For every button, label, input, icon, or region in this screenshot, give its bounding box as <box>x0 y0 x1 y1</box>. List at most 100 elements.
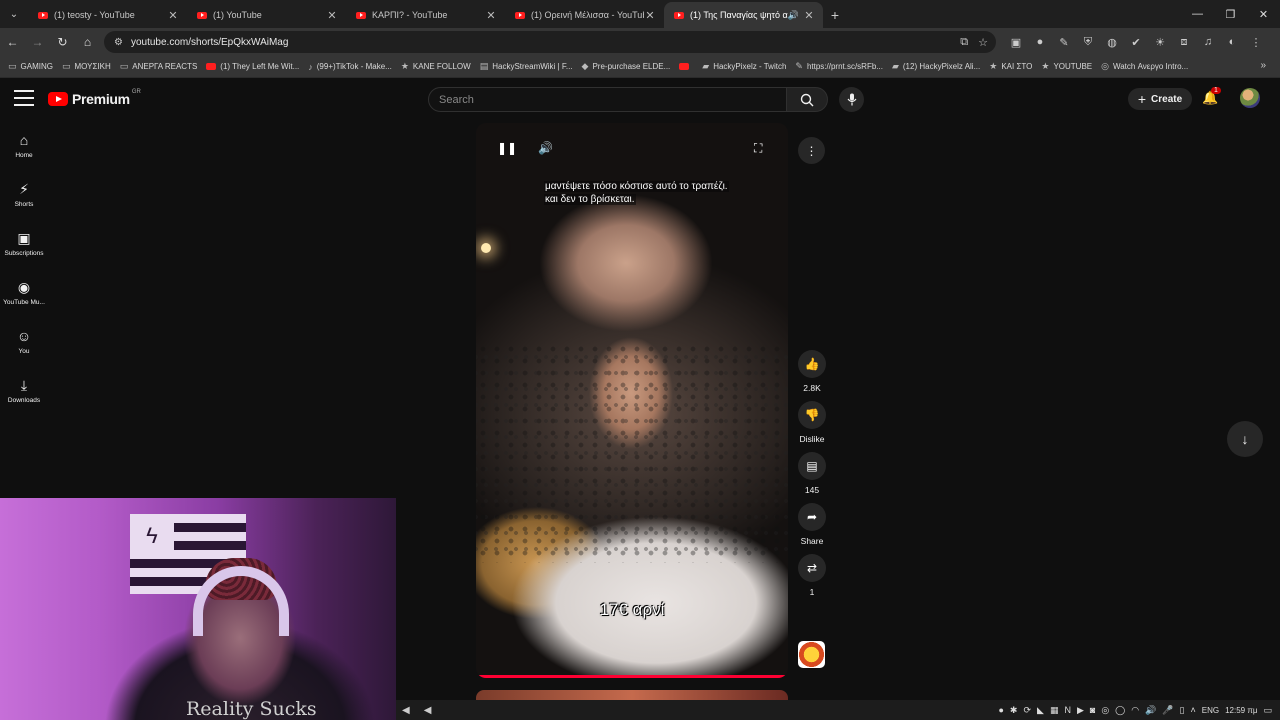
audio-app-icon[interactable]: ◀ <box>424 705 432 716</box>
extension-icon[interactable]: ✔ <box>1124 36 1148 49</box>
forward-icon[interactable]: → <box>25 28 50 56</box>
video-progress-bar[interactable] <box>476 675 788 678</box>
browser-tab[interactable]: (1) teosty - YouTube ✕ <box>28 2 187 28</box>
shorts-video-player[interactable]: ❚❚ 🔊 ⛶ μαντέψετε πόσο κόστισε αυτό το τρ… <box>476 123 788 678</box>
discord-icon[interactable]: ◙ <box>1090 705 1095 715</box>
extension-icon[interactable]: ● <box>1028 36 1052 48</box>
show-hidden-icons[interactable]: ˄ <box>1191 705 1196 715</box>
minimize-icon[interactable]: — <box>1181 0 1214 28</box>
bookmark-item[interactable]: ▭ ΜΟΥΣΙΚΗ <box>62 61 111 72</box>
microphone-tray-icon[interactable]: 🎤 <box>1162 705 1173 716</box>
youtube-logo[interactable]: Premium GR <box>48 89 141 107</box>
shield-extension-icon[interactable]: ⛨ <box>1076 36 1100 49</box>
sound-thumbnail[interactable] <box>798 641 825 668</box>
bookmark-item[interactable]: ◆ Pre-purchase ELDE... <box>582 61 671 72</box>
bookmark-item[interactable]: ▰ (12) HackyPixelz Ali... <box>892 61 980 72</box>
sidebar-item-you[interactable]: ☺ You <box>0 316 48 365</box>
home-icon: ⌂ <box>19 131 29 148</box>
bookmark-item[interactable]: ▰ HackyPixelz - Twitch <box>702 61 786 72</box>
bookmark-item[interactable]: ▭ ΑΝΕΡΓΑ REACTS <box>120 61 198 72</box>
bookmark-item[interactable]: ◎ Watch Ανεργο Intro... <box>1101 61 1188 72</box>
bookmark-item[interactable] <box>679 63 693 70</box>
bookmark-item[interactable]: ♪ (99+)TikTok - Make... <box>308 62 392 72</box>
browser-tab[interactable]: (1) Ορεινή Μέλισσα - YouTube ✕ <box>505 2 664 28</box>
comments-button[interactable]: ▤ 145 <box>794 452 830 495</box>
tab-search-icon[interactable]: ⌄ <box>0 0 28 28</box>
sidebar-item-subscriptions[interactable]: ▣ Subscriptions <box>0 218 48 267</box>
volume-tray-icon[interactable]: 🔊 <box>1145 705 1156 716</box>
sidebar-item-youtube-music[interactable]: ◉ YouTube Mu... <box>0 267 48 316</box>
browser-tab[interactable]: ΚΑΡΠΙ? - YouTube ✕ <box>346 2 505 28</box>
sidebar-item-home[interactable]: ⌂ Home <box>0 120 48 169</box>
wifi-icon[interactable]: ◠ <box>1131 705 1139 716</box>
bookmark-item[interactable]: ✎ https://prnt.sc/sRFb... <box>795 61 883 72</box>
avatar[interactable] <box>1240 88 1260 108</box>
nvidia-icon[interactable]: ◣ <box>1037 705 1044 716</box>
close-window-icon[interactable]: ✕ <box>1247 0 1280 28</box>
reload-icon[interactable]: ↻ <box>50 28 75 56</box>
pause-icon[interactable]: ❚❚ <box>497 141 517 155</box>
like-button[interactable]: 👍 2.8K <box>794 350 830 393</box>
dislike-button[interactable]: 👎 Dislike <box>794 401 830 444</box>
remix-button[interactable]: ⇄ 1 <box>794 554 830 597</box>
tray-app-icon[interactable]: ◎ <box>1101 705 1109 716</box>
next-video-button[interactable]: ↓ <box>1227 421 1263 457</box>
bookmark-item[interactable]: ▤ HackyStreamWiki | F... <box>480 61 573 72</box>
search-input[interactable]: Search <box>428 87 787 112</box>
clock[interactable]: 12:59 πμ <box>1225 706 1257 715</box>
browser-tab-active[interactable]: (1) Της Παναγίας ψητό αρ 🔊 ✕ <box>664 2 823 28</box>
site-info-icon[interactable]: ⚙ <box>114 37 123 48</box>
browser-menu-icon[interactable]: ⋮ <box>1244 36 1268 49</box>
close-tab-icon[interactable]: ✕ <box>803 9 815 22</box>
more-bookmarks-icon[interactable]: » <box>1260 60 1266 71</box>
bookmark-item[interactable]: ▭ GAMING <box>8 61 53 72</box>
bookmark-star-icon[interactable]: ☆ <box>978 36 988 49</box>
extension-icon[interactable]: ▣ <box>1004 36 1028 49</box>
sun-extension-icon[interactable]: ☀ <box>1148 36 1172 49</box>
search-button[interactable] <box>786 87 828 112</box>
tab-audio-icon[interactable]: 🔊 <box>788 10 799 21</box>
tray-app-icon[interactable]: ⟳ <box>1023 705 1031 716</box>
audio-app-icon[interactable]: ◀ <box>402 705 410 716</box>
tray-app-icon[interactable]: ✱ <box>1010 705 1018 716</box>
battery-icon[interactable]: ▯ <box>1180 705 1185 716</box>
bookmark-item[interactable]: ★ ΚΑΙ ΣΤΟ <box>989 61 1032 72</box>
home-browser-icon[interactable]: ⌂ <box>75 28 100 56</box>
spotify-icon[interactable]: ● <box>998 705 1003 715</box>
fullscreen-icon[interactable]: ⛶ <box>754 141 762 156</box>
youtube-tray-icon[interactable]: ▶ <box>1077 705 1084 716</box>
address-url[interactable]: youtube.com/shorts/EpQkxWAiMag <box>131 37 288 48</box>
sidebar-item-shorts[interactable]: ⚡ Shorts <box>0 169 48 218</box>
tray-app-icon[interactable]: ▦ <box>1050 705 1059 716</box>
volume-icon[interactable]: 🔊 <box>538 141 553 155</box>
puzzle-extensions-icon[interactable]: ⧈ <box>1172 36 1196 49</box>
more-options-button[interactable]: ⋮ <box>798 137 825 164</box>
browser-tab[interactable]: (1) YouTube ✕ <box>187 2 346 28</box>
sidebar-item-downloads[interactable]: ⤓ Downloads <box>0 365 48 414</box>
voice-search-button[interactable] <box>839 87 864 112</box>
menu-icon[interactable] <box>14 90 34 106</box>
language-indicator[interactable]: ENG <box>1202 706 1219 715</box>
install-app-icon[interactable]: ⧉ <box>960 36 968 49</box>
back-icon[interactable]: ← <box>0 28 25 56</box>
profile-icon[interactable]: ◐ <box>1220 36 1244 48</box>
bookmark-item[interactable]: (1) They Left Me Wit... <box>206 62 299 71</box>
share-button[interactable]: ➦ Share <box>794 503 830 546</box>
tray-app-icon[interactable]: ◯ <box>1115 705 1125 716</box>
address-bar[interactable]: ⚙ youtube.com/shorts/EpQkxWAiMag ⧉ ☆ <box>104 31 996 53</box>
close-tab-icon[interactable]: ✕ <box>167 9 179 22</box>
notification-center-icon[interactable]: ▭ <box>1263 705 1272 716</box>
extension-icon[interactable]: ◍ <box>1100 36 1124 49</box>
media-control-icon[interactable]: ♫ <box>1196 36 1220 48</box>
create-button[interactable]: + Create <box>1128 88 1192 110</box>
close-tab-icon[interactable]: ✕ <box>326 9 338 22</box>
bookmark-item[interactable]: ★ YOUTUBE <box>1041 61 1092 72</box>
new-tab-icon[interactable]: + <box>823 2 847 28</box>
close-tab-icon[interactable]: ✕ <box>485 9 497 22</box>
bookmark-item[interactable]: ★ KANE FOLLOW <box>401 61 471 72</box>
notifications-button[interactable]: 🔔 1 <box>1202 87 1221 108</box>
extension-icon[interactable]: ✎ <box>1052 36 1076 49</box>
tray-app-icon[interactable]: N <box>1064 705 1071 715</box>
restore-icon[interactable]: ❐ <box>1214 0 1247 28</box>
close-tab-icon[interactable]: ✕ <box>644 9 656 22</box>
